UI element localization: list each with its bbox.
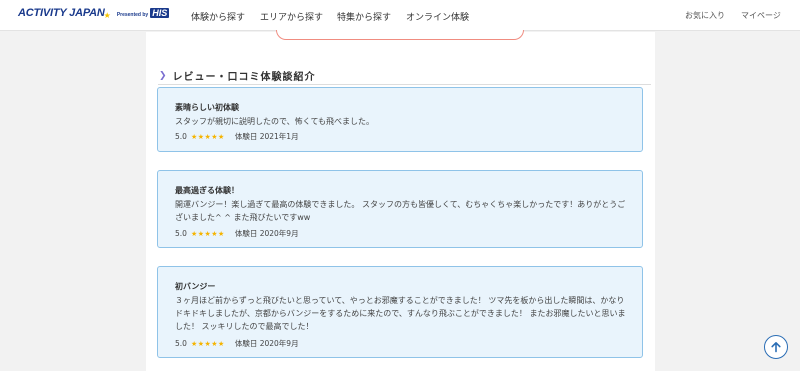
main-content: ❯ レビュー・口コミ体験談紹介 素晴らしい初体験 スタッフが親切に説明したので、… — [146, 30, 655, 371]
chevron-right-icon: ❯ — [159, 70, 167, 81]
review-rating: 5.0 — [175, 339, 187, 348]
review-date: 体験日 2020年9月 — [234, 229, 299, 238]
his-logo: HIS — [150, 8, 170, 18]
review-body: スタッフが親切に説明したので、怖くても飛べました。 — [175, 117, 375, 126]
nav-by-feature[interactable]: 特集から探す — [337, 10, 391, 23]
review-meta: 5.0 ★★★★★ 体験日 2020年9月 — [175, 228, 299, 239]
review-rating: 5.0 — [175, 132, 187, 141]
review-body: ３ヶ月ほど前からずっと飛びたいと思っていて、やっとお邪魔することができました！ … — [175, 296, 626, 331]
review-title: 初バンジー — [175, 282, 216, 291]
review-date: 体験日 2021年1月 — [234, 132, 299, 141]
review-card: 素晴らしい初体験 スタッフが親切に説明したので、怖くても飛べました。 5.0 ★… — [157, 87, 643, 152]
heading-divider — [158, 84, 651, 85]
logo-text: ACTIVITY JAPAN — [18, 7, 105, 19]
review-meta: 5.0 ★★★★★ 体験日 2020年9月 — [175, 338, 299, 349]
review-title: 素晴らしい初体験 — [175, 103, 239, 112]
review-rating: 5.0 — [175, 229, 187, 238]
review-title: 最高過ぎる体験！ — [175, 186, 239, 195]
activity-japan-logo[interactable]: ACTIVITY JAPAN ★ Presented by HIS — [18, 7, 170, 20]
site-header: ACTIVITY JAPAN ★ Presented by HIS 体験から探す… — [0, 0, 800, 31]
arrow-up-icon — [771, 342, 781, 353]
nav-by-area[interactable]: エリアから探す — [260, 10, 323, 23]
logo-star-icon: ★ — [103, 11, 111, 20]
nav-online-experience[interactable]: オンライン体験 — [406, 10, 469, 23]
nav-by-experience[interactable]: 体験から探す — [191, 10, 245, 23]
star-rating-icon: ★★★★★ — [190, 132, 225, 141]
review-card: 最高過ぎる体験！ 開運バンジー！楽し過ぎて最高の体験できました。 スタッフの方も… — [157, 170, 643, 248]
logo-presented-by: Presented by — [116, 12, 149, 18]
previous-section-button[interactable] — [276, 30, 524, 40]
star-rating-icon: ★★★★★ — [190, 229, 225, 238]
star-rating-icon: ★★★★★ — [190, 339, 225, 348]
favorites-link[interactable]: お気に入り — [685, 10, 725, 21]
section-heading: ❯ レビュー・口コミ体験談紹介 — [159, 68, 316, 84]
mypage-link[interactable]: マイページ — [741, 10, 781, 21]
review-card: 初バンジー ３ヶ月ほど前からずっと飛びたいと思っていて、やっとお邪魔することがで… — [157, 266, 643, 358]
back-to-top-button[interactable] — [764, 335, 788, 359]
review-meta: 5.0 ★★★★★ 体験日 2021年1月 — [175, 131, 299, 142]
review-body: 開運バンジー！楽し過ぎて最高の体験できました。 スタッフの方も皆優しくて、むちゃ… — [175, 200, 626, 222]
review-date: 体験日 2020年9月 — [234, 339, 299, 348]
section-heading-text: レビュー・口コミ体験談紹介 — [172, 72, 316, 83]
